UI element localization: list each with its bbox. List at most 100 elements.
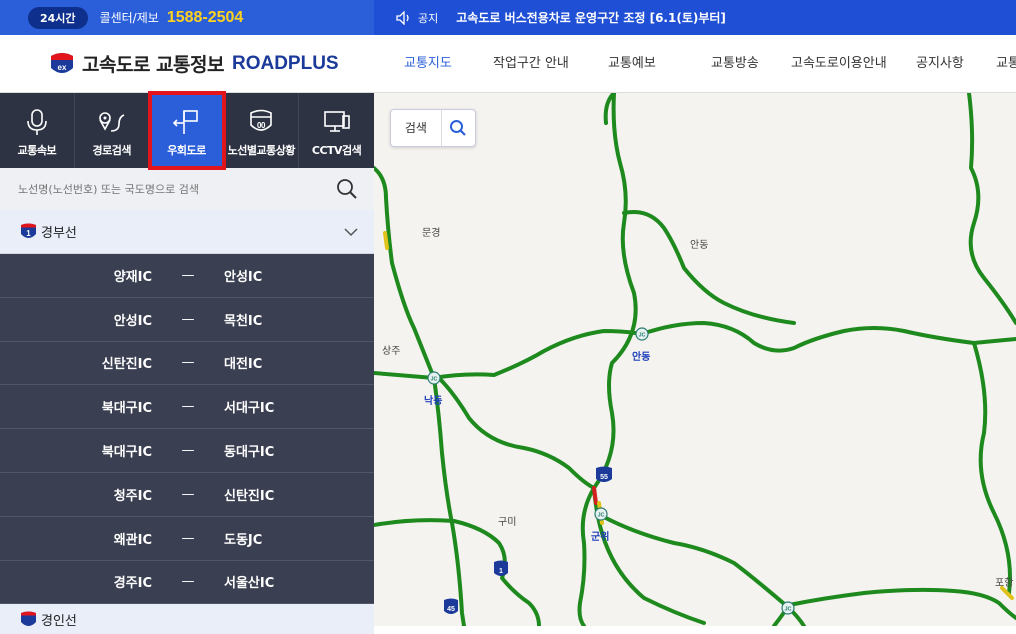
segment-to: 서울산IC (224, 576, 275, 592)
route-accordion-header[interactable]: 1 경부선 (0, 210, 374, 254)
route-search-row (0, 168, 374, 210)
nav-traffic-more[interactable]: 교통 (996, 35, 1016, 93)
svg-text:1: 1 (26, 229, 31, 238)
svg-text:00: 00 (257, 121, 266, 130)
segment-dash: — (181, 486, 195, 502)
route-pin-icon (98, 112, 125, 132)
segment-to: 서대구IC (224, 401, 275, 417)
segment-row[interactable]: 북대구IC — 동대구IC (0, 429, 374, 473)
nav-broadcast[interactable]: 교통방송 (711, 35, 759, 93)
microphone-icon (27, 109, 47, 135)
nav-expressway-guide[interactable]: 고속도로이용안내 (791, 35, 887, 93)
highway-shield-icon: 00 (250, 109, 273, 131)
route-shield-icon (21, 611, 36, 626)
callcenter-area: 24시간 콜센터/제보 1588-2504 (0, 0, 374, 35)
search-icon (450, 120, 467, 136)
segment-to: 목천IC (224, 313, 263, 329)
tab-route-search[interactable]: 경로검색 (75, 93, 150, 168)
nav-forecast[interactable]: 교통예보 (608, 35, 656, 93)
tab-cctv-search[interactable]: CCTV검색 (299, 93, 374, 168)
segment-dash: — (181, 355, 195, 371)
hours-badge: 24시간 (28, 6, 88, 29)
phone-number[interactable]: 1588-2504 (167, 9, 244, 27)
notice-label: 공지 (418, 11, 439, 25)
segment-row[interactable]: 양재IC — 안성IC (0, 254, 374, 298)
segment-from: 북대구IC (101, 401, 152, 417)
route-accordion-header-next[interactable]: 경인선 (0, 604, 374, 634)
site-logo[interactable]: ex 고속도로 교통정보 ROADPLUS (48, 50, 374, 78)
place-label: 안동 (632, 352, 651, 363)
segment-from: 북대구IC (101, 445, 152, 461)
segment-from: 신탄진IC (101, 357, 152, 373)
svg-text:1: 1 (499, 568, 503, 575)
segment-dash: — (181, 267, 195, 283)
tab-label: 경로검색 (92, 144, 131, 157)
tab-route-traffic[interactable]: 00 노선별교통상황 (224, 93, 300, 168)
map-search-label[interactable]: 검색 (391, 110, 442, 146)
tab-detour-road[interactable]: 우회도로 (147, 91, 227, 170)
segment-dash: — (181, 443, 195, 459)
segment-from: 청주IC (113, 488, 152, 504)
notice-bar[interactable]: 공지 고속도로 버스전용차로 운영구간 조정 [6.1(토)부터] (374, 0, 1016, 35)
logo-brand: ROADPLUS (231, 52, 339, 74)
tab-traffic-news[interactable]: 교통속보 (0, 93, 75, 168)
route-title: 1 경부선 (20, 222, 77, 241)
segment-row[interactable]: 안성IC — 목천IC (0, 298, 374, 342)
segment-dash: — (181, 311, 195, 327)
svg-text:JC: JC (430, 377, 437, 383)
top-info-bar: 24시간 콜센터/제보 1588-2504 공지 고속도로 버스전용차로 운영구… (0, 0, 1016, 35)
place-label: 군위 (591, 532, 610, 543)
segment-dash: — (181, 530, 195, 546)
route-shield-icon: 1 (21, 223, 36, 238)
segment-to: 대전IC (224, 357, 263, 373)
place-label: 상주 (382, 346, 401, 357)
cctv-monitor-icon (323, 111, 350, 132)
svg-text:JC: JC (784, 607, 791, 613)
speaker-icon (396, 10, 409, 25)
callcenter-label: 콜센터/제보 (99, 11, 159, 25)
traffic-map[interactable]: 55 1 45 JC JC JC JC 검색 문경 안동 상주 안동 낙동 구미… (374, 93, 1016, 626)
notice-text[interactable]: 고속도로 버스전용차로 운영구간 조정 [6.1(토)부터] (456, 9, 726, 26)
place-label: 문경 (422, 228, 441, 239)
site-header: ex 고속도로 교통정보 ROADPLUS 교통지도 작업구간 안내 교통예보 … (0, 35, 1016, 93)
svg-text:55: 55 (600, 474, 608, 481)
segment-row[interactable]: 북대구IC — 서대구IC (0, 385, 374, 430)
place-label: 포항 (995, 578, 1014, 589)
segment-row[interactable]: 왜관IC — 도동JC (0, 517, 374, 561)
tab-label: 우회도로 (167, 144, 206, 157)
segment-from: 양재IC (113, 269, 152, 285)
nav-notice[interactable]: 공지사항 (916, 35, 964, 93)
segment-row[interactable]: 신탄진IC — 대전IC (0, 342, 374, 386)
place-label: 낙동 (424, 396, 443, 407)
route-badge-55: 55 (596, 466, 612, 482)
nav-traffic-map[interactable]: 교통지도 (404, 35, 452, 93)
map-search-box[interactable]: 검색 (390, 109, 476, 147)
detour-segment-list: 양재IC — 안성IC 안성IC — 목천IC 신탄진IC — 대전IC 북대구IC — 서대구… (0, 254, 374, 605)
segment-from: 경주IC (113, 576, 152, 592)
route-name: 경부선 (41, 226, 77, 241)
place-label: 안동 (690, 240, 709, 251)
tab-label: 노선별교통상황 (227, 144, 296, 157)
road-network: 55 1 45 JC JC JC JC (374, 93, 1016, 626)
map-search-button[interactable] (442, 110, 475, 146)
segment-from: 왜관IC (113, 532, 152, 548)
nav-work-zone[interactable]: 작업구간 안내 (493, 35, 569, 93)
route-badge-1: 1 (494, 560, 508, 576)
logo-text: 고속도로 교통정보 (82, 54, 224, 76)
ex-logo-icon: ex (51, 52, 73, 73)
route-search-input[interactable] (18, 182, 318, 196)
search-icon[interactable] (336, 178, 358, 200)
tab-label: CCTV검색 (311, 144, 362, 157)
segment-row[interactable]: 경주IC — 서울산IC (0, 561, 374, 605)
svg-text:JC: JC (597, 513, 604, 519)
segment-row[interactable]: 청주IC — 신탄진IC (0, 473, 374, 517)
segment-to: 동대구IC (224, 445, 275, 461)
segment-to: 도동JC (224, 532, 263, 548)
segment-dash: — (181, 574, 195, 590)
segment-dash: — (181, 399, 195, 415)
chevron-down-icon (344, 227, 358, 236)
svg-text:JC: JC (638, 333, 645, 339)
detour-sign-icon (173, 110, 199, 134)
place-label: 구미 (498, 517, 517, 528)
tool-tabs: 교통속보 경로검색 우회도로 00 노선별교통상황 CCTV검색 (0, 91, 374, 170)
